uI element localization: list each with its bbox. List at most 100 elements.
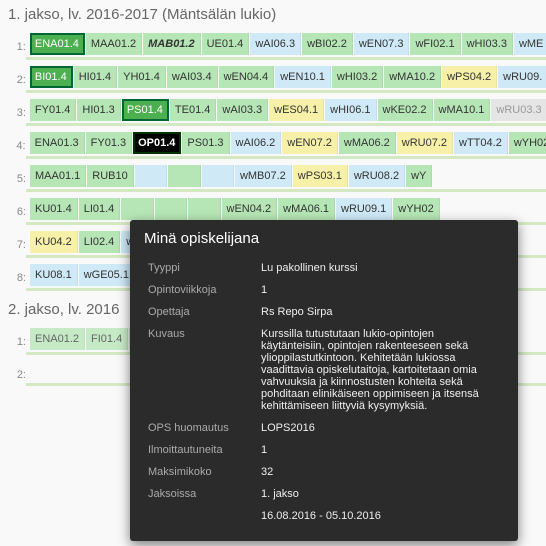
course-chip[interactable]: HI01.4 xyxy=(74,66,117,88)
row-number: 2: xyxy=(4,66,30,86)
course-chip[interactable] xyxy=(202,165,234,187)
course-chip[interactable]: ENA01.4 xyxy=(30,33,85,55)
tooltip-type-value: Lu pakollinen kurssi xyxy=(257,257,504,279)
course-chip[interactable]: wHI06.1 xyxy=(325,99,376,121)
course-chip[interactable]: wRU09. xyxy=(498,66,546,88)
tooltip-teacher-value: Rs Repo Sirpa xyxy=(257,301,504,323)
course-chip[interactable]: wRU08.2 xyxy=(349,165,405,187)
tooltip-weeks-label: Opintoviikkoja xyxy=(144,279,257,301)
course-chip[interactable]: wFI02.1 xyxy=(410,33,460,55)
course-chip[interactable]: RUB10 xyxy=(87,165,133,187)
course-chip[interactable]: wES04.1 xyxy=(269,99,324,121)
course-chip[interactable]: KU04.2 xyxy=(30,231,78,253)
course-chip[interactable]: UE01.4 xyxy=(202,33,250,55)
course-chip[interactable]: wRU07.2 xyxy=(397,132,453,154)
course-chip[interactable]: PS01.4 xyxy=(122,99,169,121)
course-chip[interactable]: wAI06.3 xyxy=(250,33,301,55)
course-chip[interactable]: wEN10.1 xyxy=(275,66,331,88)
tooltip-desc-value: Kurssilla tutustutaan lukio-opintojen kä… xyxy=(257,323,504,417)
course-chip[interactable]: MAA01.1 xyxy=(30,165,86,187)
course-chip[interactable]: wGE05.1 xyxy=(79,264,135,286)
course-chip[interactable]: wRU09.1 xyxy=(336,198,392,220)
course-chip[interactable]: KU01.4 xyxy=(30,198,78,220)
course-tooltip: Minä opiskelijana Tyyppi Lu pakollinen k… xyxy=(130,220,518,541)
course-chip[interactable]: OP01.4 xyxy=(133,132,181,154)
course-chip[interactable] xyxy=(168,165,200,187)
course-chip[interactable]: wME xyxy=(514,33,546,55)
course-chip[interactable]: ENA01.2 xyxy=(30,328,85,350)
tooltip-ops-label: OPS huomautus xyxy=(144,417,257,439)
row-number: 1: xyxy=(4,328,30,348)
tooltip-max-value: 32 xyxy=(257,461,504,483)
course-chip[interactable]: wHI03.2 xyxy=(332,66,383,88)
course-chip[interactable]: HI01.3 xyxy=(77,99,120,121)
course-chip[interactable]: YH01.4 xyxy=(118,66,166,88)
course-chip[interactable]: ENA01.3 xyxy=(30,132,85,154)
course-chip[interactable]: wMA06.2 xyxy=(339,132,396,154)
course-chip[interactable]: wRU03.3 xyxy=(491,99,546,121)
course-chip[interactable] xyxy=(135,165,167,187)
course-chip[interactable]: MAA01.2 xyxy=(86,33,142,55)
course-chip[interactable] xyxy=(155,198,187,220)
course-chip[interactable]: wY xyxy=(406,165,432,187)
course-chip[interactable]: wAI03.3 xyxy=(217,99,268,121)
tooltip-type-label: Tyyppi xyxy=(144,257,257,279)
course-chip[interactable]: wEN07.3 xyxy=(354,33,410,55)
tooltip-periods-value: 1. jakso xyxy=(257,483,504,505)
tooltip-weeks-value: 1 xyxy=(257,279,504,301)
course-chip[interactable]: PS01.3 xyxy=(182,132,229,154)
tooltip-max-label: Maksimikoko xyxy=(144,461,257,483)
course-row: 3:FY01.4HI01.3PS01.4TE01.4wAI03.3wES04.1… xyxy=(0,97,546,123)
course-chip[interactable]: wPS04.2 xyxy=(442,66,497,88)
course-chip[interactable] xyxy=(188,198,220,220)
course-chip[interactable]: MAB01.2 xyxy=(143,33,200,55)
row-number: 1: xyxy=(4,33,30,53)
course-chip[interactable]: wHI03.3 xyxy=(462,33,513,55)
tooltip-periods-label: Jaksoissa xyxy=(144,483,257,505)
row-number: 8: xyxy=(4,264,30,284)
section-title-1: 1. jakso, lv. 2016-2017 (Mäntsälän lukio… xyxy=(0,0,546,31)
row-number: 5: xyxy=(4,165,30,185)
course-chip[interactable]: wEN04.4 xyxy=(219,66,275,88)
tooltip-teacher-label: Opettaja xyxy=(144,301,257,323)
tooltip-enrolled-label: Ilmoittautuneita xyxy=(144,439,257,461)
course-chip[interactable]: wTT04.2 xyxy=(454,132,508,154)
course-chip[interactable]: wBI02.2 xyxy=(302,33,353,55)
course-chip[interactable]: wEN07.2 xyxy=(282,132,338,154)
course-chip[interactable]: wMA10.1 xyxy=(434,99,491,121)
course-chip[interactable] xyxy=(121,198,153,220)
course-chip[interactable]: wAI06.2 xyxy=(231,132,282,154)
course-chip[interactable]: BI01.4 xyxy=(30,66,73,88)
tooltip-ops-value: LOPS2016 xyxy=(257,417,504,439)
course-chip[interactable]: wYH02 xyxy=(509,132,546,154)
course-chip[interactable]: KU08.1 xyxy=(30,264,78,286)
course-chip[interactable]: wMA06.1 xyxy=(278,198,335,220)
course-chip[interactable]: wPS03.1 xyxy=(293,165,348,187)
row-number: 3: xyxy=(4,99,30,119)
course-row: 6:KU01.4LI01.4 wEN04.2wMA06.1wRU09.1wYH0… xyxy=(0,196,546,222)
course-chip[interactable]: FY01.3 xyxy=(86,132,132,154)
course-chip[interactable]: LI01.4 xyxy=(79,198,121,220)
course-chip[interactable]: wAI03.4 xyxy=(167,66,218,88)
tooltip-title: Minä opiskelijana xyxy=(144,230,504,247)
row-number: 2: xyxy=(4,361,30,381)
course-chip[interactable]: FI01.4 xyxy=(86,328,128,350)
course-row: 4:ENA01.3FY01.3OP01.4PS01.3wAI06.2wEN07.… xyxy=(0,130,546,156)
row-number: 4: xyxy=(4,132,30,152)
course-chip[interactable]: wKE02.2 xyxy=(378,99,433,121)
row-number: 7: xyxy=(4,231,30,251)
tooltip-dates-value: 16.08.2016 - 05.10.2016 xyxy=(257,505,504,527)
course-chip[interactable]: wEN04.2 xyxy=(222,198,278,220)
course-chip[interactable]: wMB07.2 xyxy=(235,165,292,187)
course-row: 5:MAA01.1RUB10 wMB07.2wPS03.1wRU08.2wY xyxy=(0,163,546,189)
course-row: 1:ENA01.4MAA01.2MAB01.2UE01.4wAI06.3wBI0… xyxy=(0,31,546,57)
tooltip-enrolled-value: 1 xyxy=(257,439,504,461)
row-number: 6: xyxy=(4,198,30,218)
tooltip-desc-label: Kuvaus xyxy=(144,323,257,417)
course-chip[interactable]: FY01.4 xyxy=(30,99,76,121)
course-chip[interactable]: TE01.4 xyxy=(170,99,216,121)
course-chip[interactable]: wYH02 xyxy=(393,198,439,220)
course-row: 2:BI01.4HI01.4YH01.4wAI03.4wEN04.4wEN10.… xyxy=(0,64,546,90)
course-chip[interactable]: wMA10.2 xyxy=(384,66,441,88)
course-chip[interactable]: LI02.4 xyxy=(79,231,121,253)
